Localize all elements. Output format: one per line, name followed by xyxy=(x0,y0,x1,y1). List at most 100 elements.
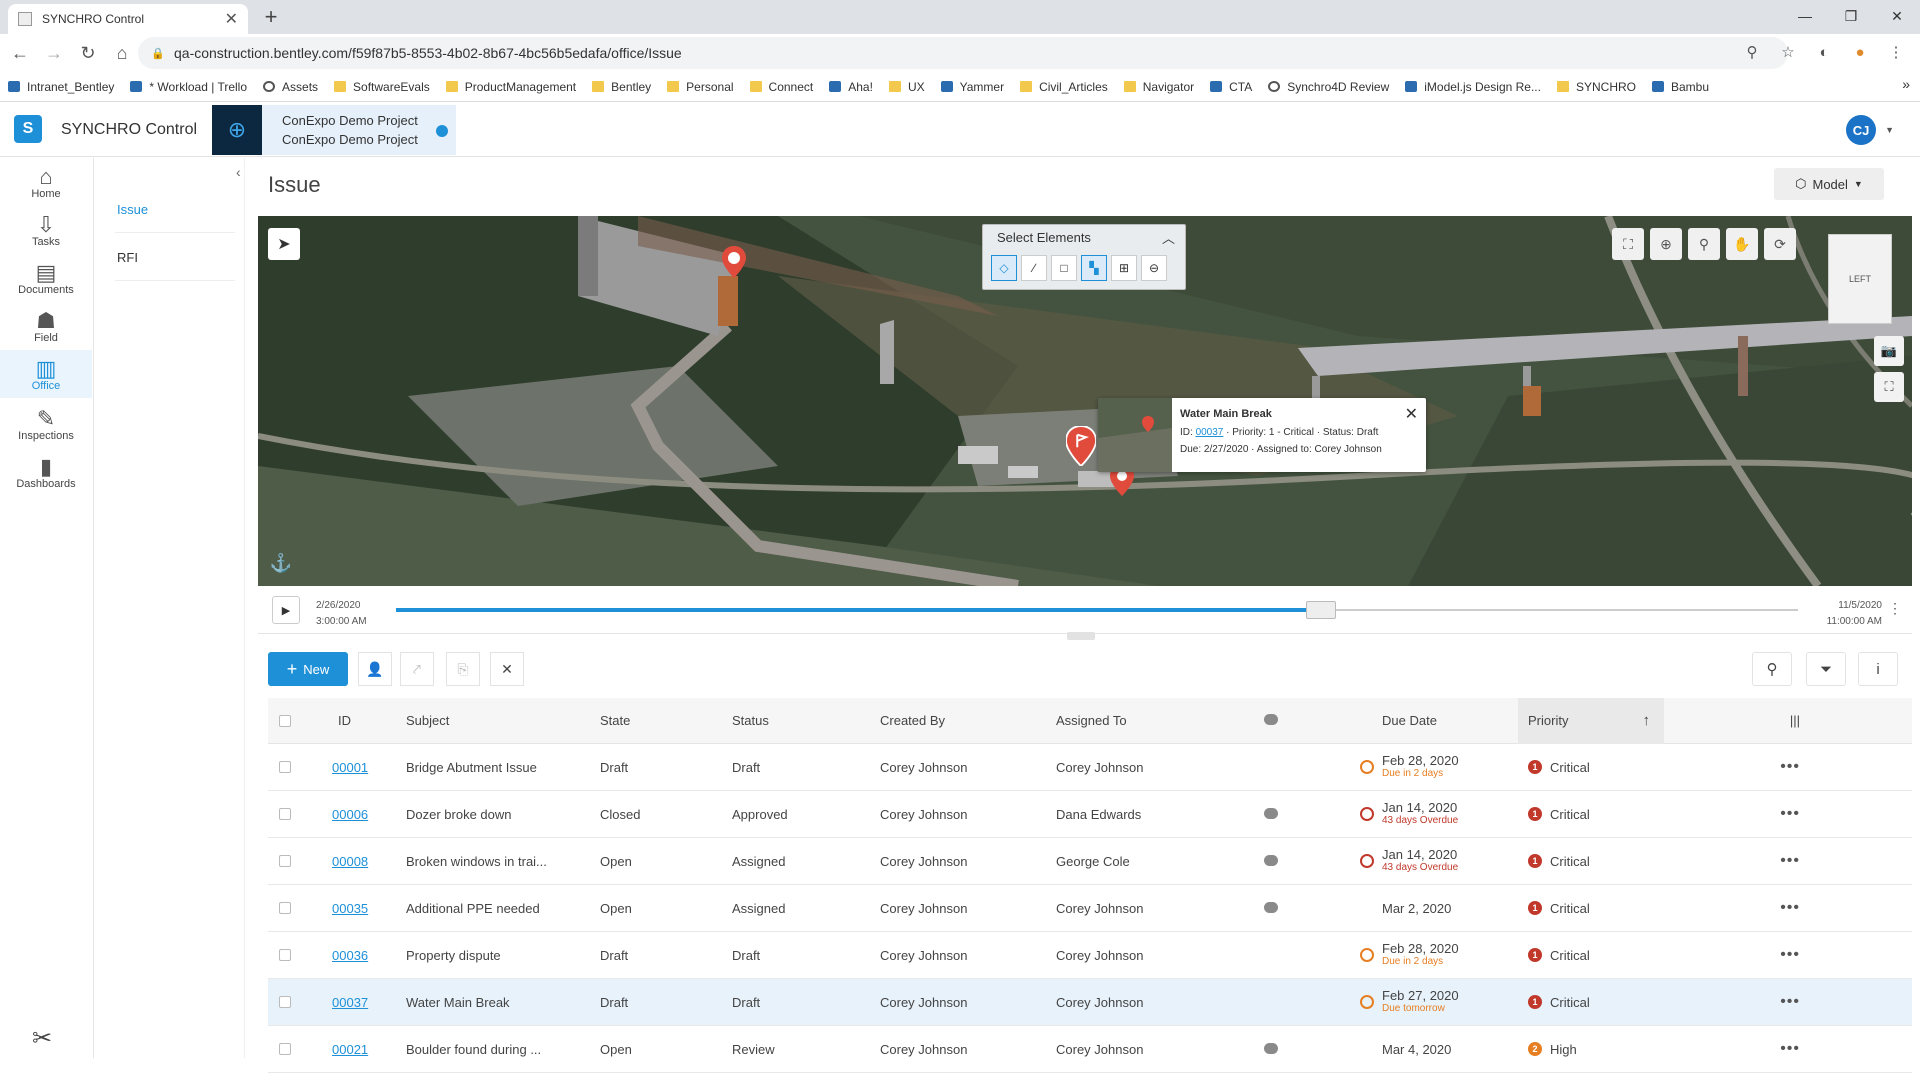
comment-icon[interactable] xyxy=(1264,807,1278,819)
line-select-tool[interactable]: ∕ xyxy=(1021,255,1047,281)
profile-icon[interactable]: ● xyxy=(1846,38,1874,66)
row-more-icon[interactable]: ••• xyxy=(1780,946,1800,963)
col-status[interactable]: Status xyxy=(732,713,880,728)
selected-issue-pin-icon[interactable] xyxy=(1066,426,1096,466)
remove-selection-tool[interactable]: ⊖ xyxy=(1141,255,1167,281)
col-subject[interactable]: Subject xyxy=(406,713,600,728)
sort-ascending-icon[interactable]: ↑ xyxy=(1643,712,1651,729)
share-icon[interactable]: ⤤ xyxy=(400,652,434,686)
pick-element-tool[interactable]: ◇ xyxy=(991,255,1017,281)
bookmark-star-icon[interactable]: ☆ xyxy=(1774,38,1802,66)
bookmark-item[interactable]: Navigator xyxy=(1123,80,1194,94)
row-checkbox[interactable] xyxy=(279,808,291,820)
col-comments[interactable] xyxy=(1232,713,1342,728)
timeline-slider-handle[interactable] xyxy=(1306,601,1337,619)
bookmarks-overflow-icon[interactable]: » xyxy=(1902,76,1910,92)
camera-icon[interactable]: 📷 xyxy=(1874,336,1904,366)
row-more-icon[interactable]: ••• xyxy=(1780,993,1800,1010)
add-selection-tool[interactable]: ⊞ xyxy=(1111,255,1137,281)
zoom-icon[interactable]: ⚲ xyxy=(1738,38,1766,66)
fit-view-icon[interactable]: ⛶ xyxy=(1612,228,1644,260)
issue-id-link[interactable]: 00006 xyxy=(332,807,368,822)
bookmark-item[interactable]: Bambu xyxy=(1652,80,1709,94)
issue-id-link[interactable]: 00001 xyxy=(332,760,368,775)
delete-icon[interactable]: ✕ xyxy=(490,652,524,686)
table-row[interactable]: 00001 Bridge Abutment Issue Draft Draft Core… xyxy=(268,744,1912,791)
project-dropdown-icon[interactable] xyxy=(436,125,448,137)
bookmark-item[interactable]: SoftwareEvals xyxy=(334,80,430,94)
bookmark-item[interactable]: Bentley xyxy=(592,80,651,94)
issue-id-link[interactable]: 00035 xyxy=(332,901,368,916)
row-checkbox[interactable] xyxy=(279,761,291,773)
address-bar[interactable]: 🔒 qa-construction.bentley.com/f59f87b5-8… xyxy=(138,37,1788,69)
forward-icon[interactable]: → xyxy=(40,39,68,67)
multi-select-tool[interactable]: ▚ xyxy=(1081,255,1107,281)
select-cursor-tool[interactable]: ➤ xyxy=(268,228,300,260)
issue-id-link[interactable]: 00008 xyxy=(332,854,368,869)
settings-tools-icon[interactable]: ✂ xyxy=(32,1024,52,1053)
bookmark-item[interactable]: Intranet_Bentley xyxy=(8,80,114,94)
table-row[interactable]: 00008 Broken windows in trai... Open Assign… xyxy=(268,838,1912,885)
play-icon[interactable]: ▶ xyxy=(272,596,300,624)
user-avatar[interactable]: CJ xyxy=(1846,115,1876,145)
row-checkbox[interactable] xyxy=(279,855,291,867)
row-checkbox[interactable] xyxy=(279,1043,291,1055)
3d-viewport[interactable]: ➤ Select Elements ︿ ◇ ∕ □ ▚ ⊞ ⊖ ⛶ ⊕ ⚲ ✋ … xyxy=(258,216,1912,586)
bookmark-item[interactable]: Yammer xyxy=(940,80,1004,94)
timeline-track[interactable] xyxy=(396,601,1798,619)
table-row[interactable]: 00035 Additional PPE needed Open Assigned Co… xyxy=(268,885,1912,932)
table-row[interactable]: 00006 Dozer broke down Closed Approved Corey… xyxy=(268,791,1912,838)
tab-close-icon[interactable]: ✕ xyxy=(225,9,238,29)
rail-item-home[interactable]: ⌂ Home xyxy=(0,158,92,206)
minimize-icon[interactable]: — xyxy=(1782,2,1828,30)
rail-item-documents[interactable]: ▤ Documents xyxy=(0,254,92,302)
synchro-logo-icon[interactable]: S xyxy=(14,115,42,143)
filter-icon[interactable]: ⏷ xyxy=(1806,652,1846,686)
fullscreen-icon[interactable]: ⛶ xyxy=(1874,372,1904,402)
bookmark-item[interactable]: iModel.js Design Re... xyxy=(1405,80,1541,94)
bookmark-item[interactable]: * Workload | Trello xyxy=(130,80,247,94)
issue-id-link[interactable]: 00037 xyxy=(1196,427,1224,438)
model-dropdown-button[interactable]: ⬡ Model ▼ xyxy=(1774,168,1884,200)
rotate-view-icon[interactable]: ⟳ xyxy=(1764,228,1796,260)
row-more-icon[interactable]: ••• xyxy=(1780,899,1800,916)
box-select-tool[interactable]: □ xyxy=(1051,255,1077,281)
bookmark-item[interactable]: Synchro4D Review xyxy=(1268,80,1389,94)
table-row[interactable]: 00021 Boulder found during ... Open Review C… xyxy=(268,1026,1912,1073)
collapse-panel-chevron-icon[interactable]: ︿ xyxy=(1162,228,1175,247)
row-checkbox[interactable] xyxy=(279,902,291,914)
subnav-item-rfi[interactable]: RFI xyxy=(117,250,138,265)
navigation-cube[interactable]: LEFT xyxy=(1828,234,1892,324)
extension-icon[interactable]: ◐ xyxy=(1810,38,1838,66)
browser-menu-icon[interactable]: ⋮ xyxy=(1882,38,1910,66)
comment-icon[interactable] xyxy=(1264,854,1278,866)
bookmark-item[interactable]: Aha! xyxy=(829,80,873,94)
restore-icon[interactable]: ❐ xyxy=(1828,2,1874,30)
user-menu-caret-icon[interactable]: ▼ xyxy=(1885,125,1894,135)
subnav-item-issue[interactable]: Issue xyxy=(117,202,148,217)
row-more-icon[interactable]: ••• xyxy=(1780,805,1800,822)
bookmark-item[interactable]: Assets xyxy=(263,80,318,94)
comment-icon[interactable] xyxy=(1264,1042,1278,1054)
column-chooser-icon[interactable]: ||| xyxy=(1664,713,1816,728)
project-selector[interactable]: ⊕ ConExpo Demo Project ConExpo Demo Proj… xyxy=(212,105,456,155)
row-checkbox[interactable] xyxy=(279,949,291,961)
issue-id-link[interactable]: 00037 xyxy=(332,995,368,1010)
zoom-icon[interactable]: ⚲ xyxy=(1688,228,1720,260)
home-icon[interactable]: ⌂ xyxy=(108,39,136,67)
bookmark-item[interactable]: CTA xyxy=(1210,80,1252,94)
issue-id-link[interactable]: 00021 xyxy=(332,1042,368,1057)
back-icon[interactable]: ← xyxy=(6,39,34,67)
col-state[interactable]: State xyxy=(600,713,732,728)
table-row[interactable]: 00036 Property dispute Draft Draft Corey Joh… xyxy=(268,932,1912,979)
timeline-menu-icon[interactable]: ⋮ xyxy=(1888,600,1902,617)
collapse-panel-icon[interactable]: ‹ xyxy=(236,164,241,180)
browser-tab[interactable]: SYNCHRO Control ✕ xyxy=(8,4,248,34)
new-issue-button[interactable]: + New xyxy=(268,652,348,686)
rail-item-dashboards[interactable]: ▮ Dashboards xyxy=(0,448,92,496)
search-icon[interactable]: ⚲ xyxy=(1752,652,1792,686)
rail-item-inspections[interactable]: ✎ Inspections xyxy=(0,400,92,448)
select-all-checkbox[interactable] xyxy=(279,714,291,727)
zoom-window-icon[interactable]: ⊕ xyxy=(1650,228,1682,260)
reload-icon[interactable]: ↻ xyxy=(74,39,102,67)
